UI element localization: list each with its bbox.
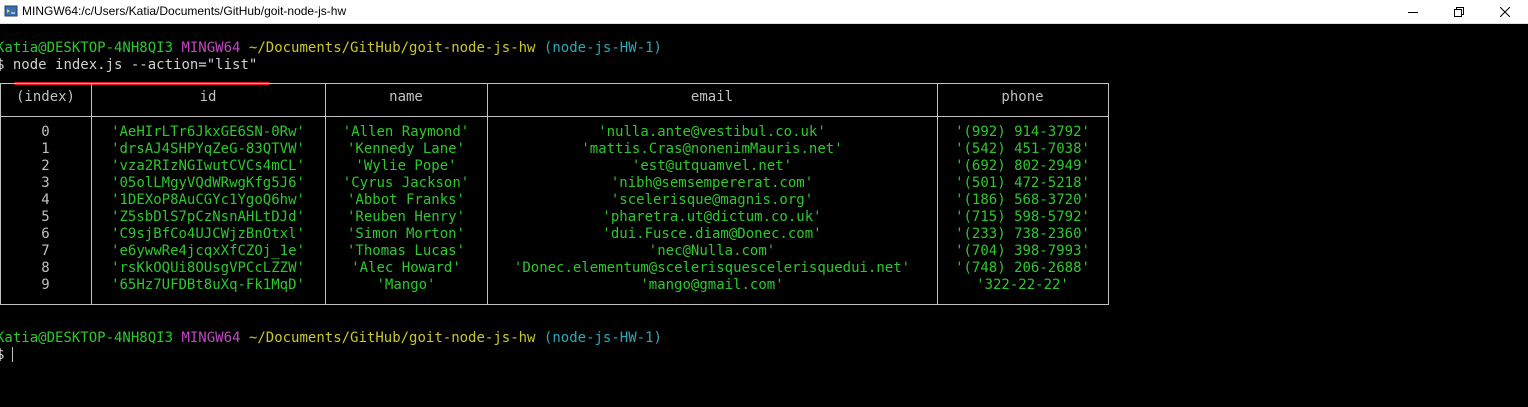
restore-button[interactable] — [1436, 0, 1482, 23]
cell-id: 'Z5sbDlS7pCzNsnAHLtDJd' — [111, 209, 305, 225]
column-name: 'Allen Raymond' 'Kennedy Lane' 'Wylie Po… — [325, 124, 487, 294]
cell-phone: '(704) 398-7993' — [955, 243, 1090, 259]
prompt-line: Katia@DESKTOP-4NH8QI3 MINGW64 ~/Document… — [0, 330, 662, 347]
cell-id: '1DEXoP8AuCGYc1YgoQ6hw' — [111, 192, 305, 208]
command-line: $ node index.js --action="list" — [0, 57, 257, 74]
cell-index: 6 — [41, 226, 50, 242]
cell-email: 'est@utquamvel.net' — [631, 158, 793, 174]
column-id: 'AeHIrLTr6JkxGE6SN-0Rw' 'drsAJ4SHPYqZeG-… — [91, 124, 325, 294]
terminal-output[interactable]: Katia@DESKTOP-4NH8QI3 MINGW64 ~/Document… — [0, 24, 1528, 407]
header-phone: phone — [1001, 89, 1044, 105]
cell-index: 8 — [41, 260, 50, 276]
cell-index: 3 — [41, 175, 50, 191]
cell-id: '65Hz7UFDBt8uXq-Fk1MqD' — [111, 277, 305, 293]
column-index: 0 1 2 3 4 5 6 7 8 9 — [0, 124, 91, 294]
cell-email: 'mango@gmail.com' — [640, 277, 784, 293]
cell-name: 'Cyrus Jackson' — [342, 175, 470, 191]
cell-id: 'AeHIrLTr6JkxGE6SN-0Rw' — [111, 124, 305, 140]
prompt-line: Katia@DESKTOP-4NH8QI3 MINGW64 ~/Document… — [0, 40, 662, 57]
cell-index: 4 — [41, 192, 50, 208]
close-button[interactable] — [1482, 0, 1528, 23]
cell-phone: '(715) 598-5792' — [955, 209, 1090, 225]
cell-phone: '(186) 568-3720' — [955, 192, 1090, 208]
mingw-terminal-icon — [4, 5, 18, 17]
cell-name: 'Thomas Lucas' — [346, 243, 465, 259]
cell-email: 'dui.Fusce.diam@Donec.com' — [602, 226, 822, 242]
cell-phone: '(233) 738-2360' — [955, 226, 1090, 242]
command-text: node index.js --action="list" — [12, 57, 258, 73]
cell-email: 'Donec.elementum@scelerisquescelerisqued… — [513, 260, 911, 276]
table-header-divider — [0, 116, 1109, 117]
cell-index: 9 — [41, 277, 50, 293]
cell-index: 1 — [41, 141, 50, 157]
table-border-bottom — [0, 304, 1109, 305]
prompt-branch: (node-js-HW-1) — [543, 40, 662, 56]
cell-id: '05olLMgyVQdWRwgKfg5J6' — [111, 175, 305, 191]
cell-name: 'Reuben Henry' — [346, 209, 465, 225]
prompt-user-host: Katia@DESKTOP-4NH8QI3 — [0, 330, 174, 346]
input-line[interactable]: $ — [0, 347, 4, 364]
cell-phone: '(501) 472-5218' — [955, 175, 1090, 191]
header-name: name — [389, 89, 423, 105]
minimize-button[interactable] — [1390, 0, 1436, 23]
prompt-user-host: Katia@DESKTOP-4NH8QI3 — [0, 40, 174, 56]
prompt-branch: (node-js-HW-1) — [543, 330, 662, 346]
table-border-top — [0, 83, 1109, 84]
cell-index: 0 — [41, 124, 50, 140]
cell-name: 'Allen Raymond' — [342, 124, 470, 140]
cell-email: 'nulla.ante@vestibul.co.uk' — [598, 124, 826, 140]
prompt-shell: MINGW64 — [181, 330, 241, 346]
prompt-path: ~/Documents/GitHub/goit-node-js-hw — [248, 40, 536, 56]
text-cursor — [12, 347, 13, 362]
cell-phone: '322-22-22' — [976, 277, 1069, 293]
minimize-icon — [1408, 11, 1418, 13]
cell-email: 'pharetra.ut@dictum.co.uk' — [602, 209, 822, 225]
cell-index: 2 — [41, 158, 50, 174]
prompt-symbol: $ — [0, 347, 5, 363]
cell-id: 'rsKkOQUi8OUsgVPCcLZZW' — [111, 260, 305, 276]
cell-name: 'Alec Howard' — [351, 260, 461, 276]
cell-email: 'nec@Nulla.com' — [648, 243, 776, 259]
cell-name: 'Simon Morton' — [346, 226, 465, 242]
console-table: (index) id name email phone 0 1 2 3 4 5 … — [0, 83, 1109, 305]
cell-name: 'Wylie Pope' — [355, 158, 457, 174]
close-icon — [1500, 6, 1510, 17]
cell-email: 'nibh@semsempererat.com' — [610, 175, 814, 191]
restore-icon — [1454, 6, 1464, 17]
prompt-path: ~/Documents/GitHub/goit-node-js-hw — [248, 330, 536, 346]
prompt-symbol: $ — [0, 57, 5, 73]
cell-phone: '(748) 206-2688' — [955, 260, 1090, 276]
cell-name: 'Mango' — [376, 277, 436, 293]
cell-id: 'drsAJ4SHPYqZeG-83QTVW' — [111, 141, 305, 157]
column-phone: '(992) 914-3792' '(542) 451-7038' '(692)… — [937, 124, 1108, 294]
cell-phone: '(992) 914-3792' — [955, 124, 1090, 140]
cell-id: 'C9sjBfCo4UJCWjzBnOtxl' — [111, 226, 305, 242]
cell-phone: '(692) 802-2949' — [955, 158, 1090, 174]
title-bar[interactable]: MINGW64:/c/Users/Katia/Documents/GitHub/… — [0, 0, 1528, 24]
terminal-window: MINGW64:/c/Users/Katia/Documents/GitHub/… — [0, 0, 1528, 407]
cell-id: 'e6ywwRe4jcqxXfCZOj_1e' — [111, 243, 305, 259]
cell-email: 'mattis.Cras@nonenimMauris.net' — [581, 141, 843, 157]
cell-id: 'vza2RIzNGIwutCVCs4mCL' — [111, 158, 305, 174]
column-email: 'nulla.ante@vestibul.co.uk' 'mattis.Cras… — [487, 124, 937, 294]
prompt-shell: MINGW64 — [181, 40, 241, 56]
cell-phone: '(542) 451-7038' — [955, 141, 1090, 157]
cell-name: 'Kennedy Lane' — [346, 141, 465, 157]
header-email: email — [690, 89, 734, 105]
table-border-right — [1108, 83, 1109, 305]
cell-index: 5 — [41, 209, 50, 225]
window-title: MINGW64:/c/Users/Katia/Documents/GitHub/… — [22, 4, 347, 18]
cell-name: 'Abbot Franks' — [346, 192, 465, 208]
cell-email: 'scelerisque@magnis.org' — [610, 192, 814, 208]
header-index: (index) — [15, 89, 75, 105]
cell-index: 7 — [41, 243, 50, 259]
header-id: id — [199, 89, 217, 105]
